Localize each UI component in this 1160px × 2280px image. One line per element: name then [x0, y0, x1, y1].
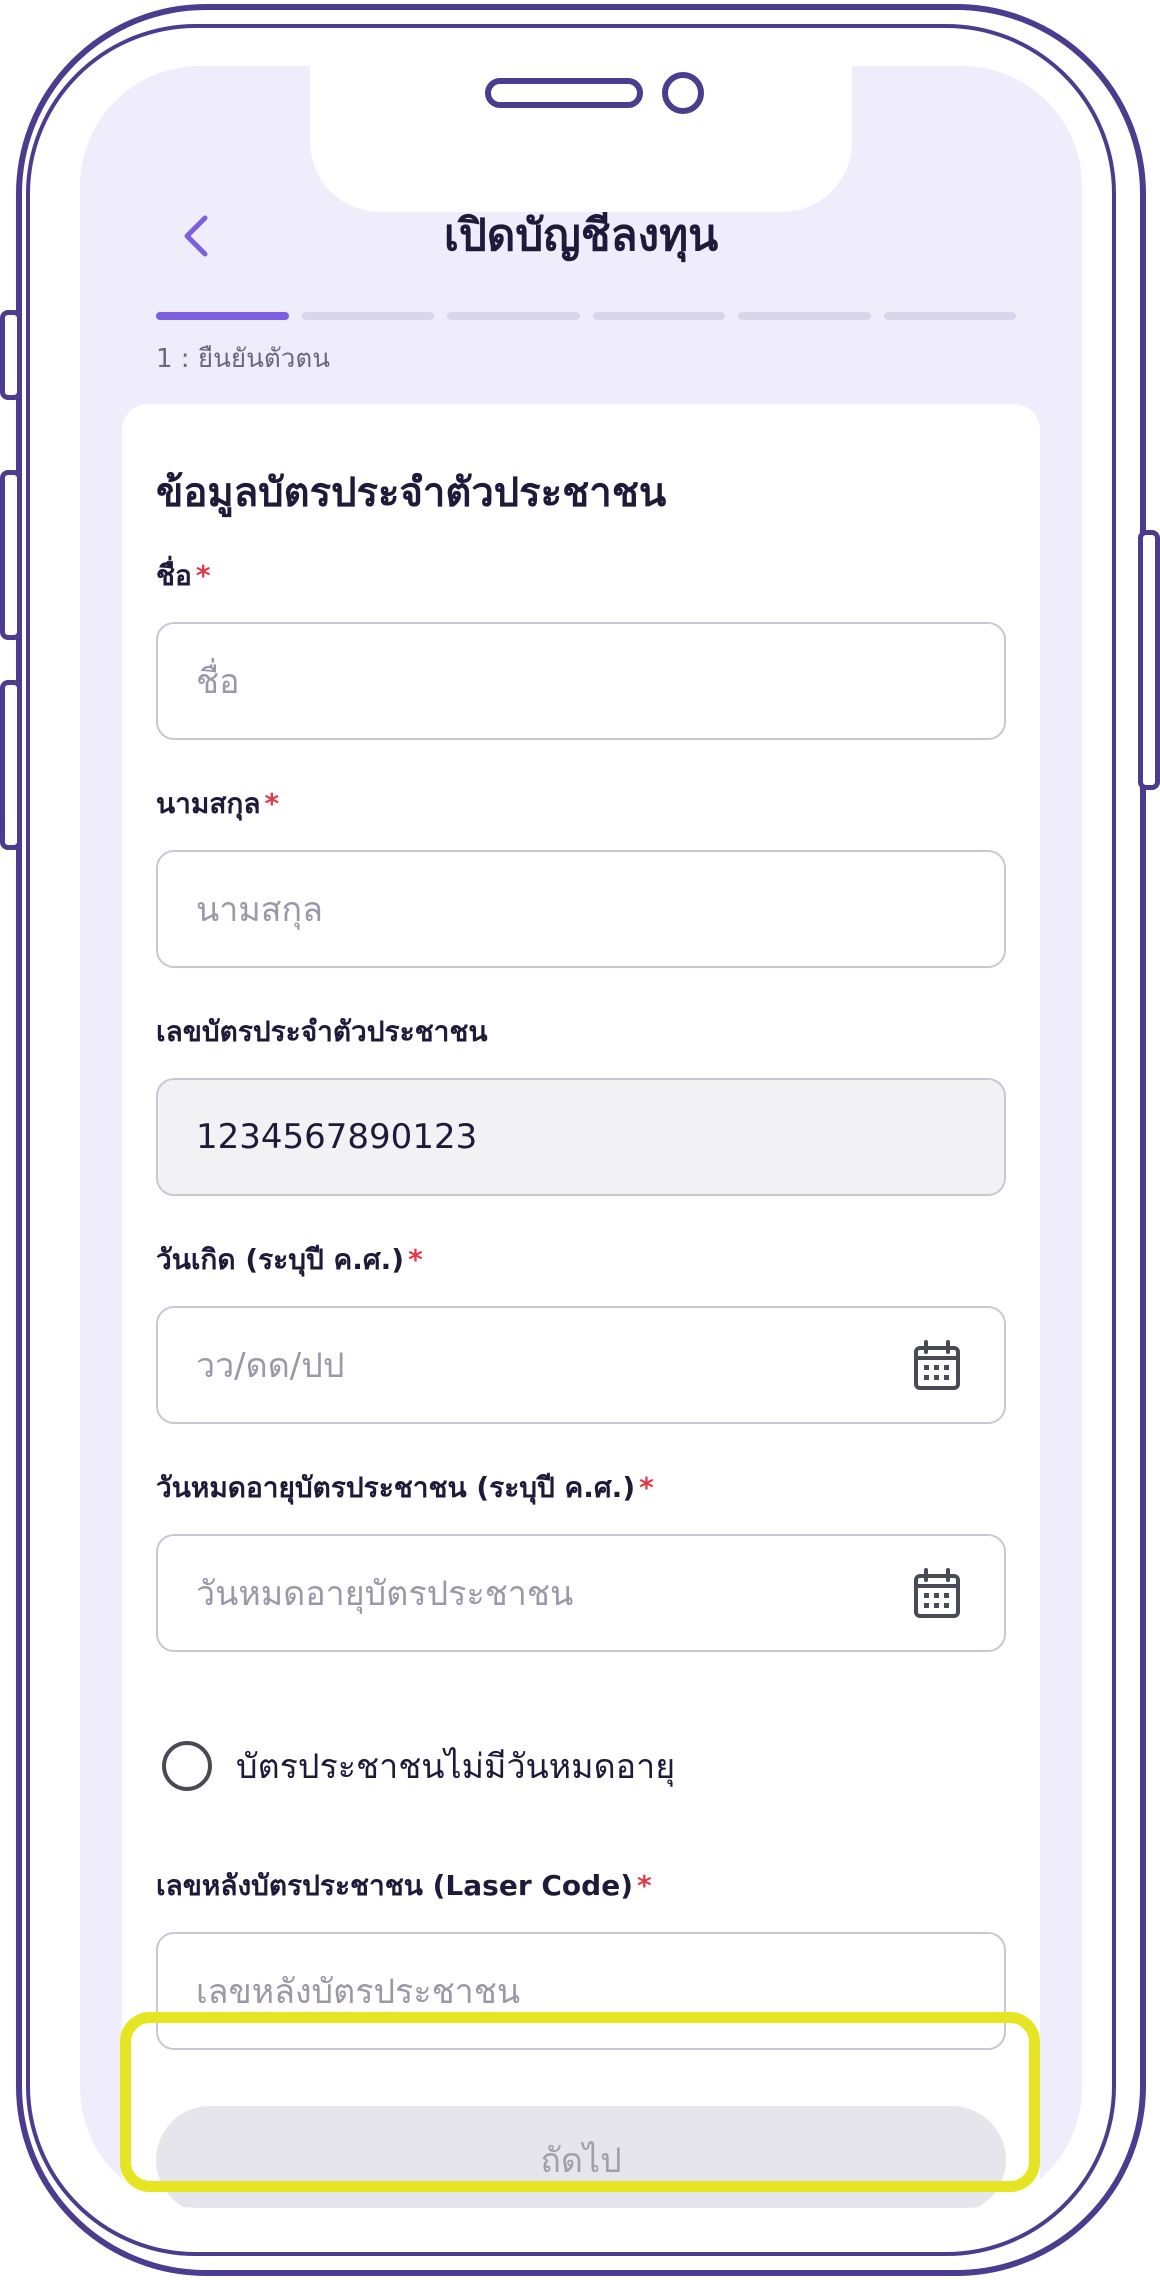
progress-step [738, 312, 871, 320]
phone-side-button [0, 680, 22, 850]
first-name-label: ชื่อ * [156, 559, 211, 592]
first-name-placeholder: ชื่อ [196, 662, 240, 702]
expiry-date-label: วันหมดอายุบัตรประชาชน (ระบุปี ค.ศ.) * [156, 1471, 654, 1504]
last-name-placeholder: นามสกุล [196, 890, 323, 930]
progress-steps [156, 312, 1016, 320]
form-card: ข้อมูลบัตรประจำตัวประชาชน ชื่อ * ชื่อ นาม… [122, 404, 1040, 2208]
birth-date-input[interactable]: วว/ดด/ปป [156, 1306, 1006, 1424]
laser-code-placeholder: เลขหลังบัตรประชาชน [196, 1972, 521, 2012]
highlight-box [120, 2012, 1040, 2192]
required-mark: * [195, 559, 211, 592]
phone-side-button [1138, 530, 1160, 790]
calendar-icon[interactable] [912, 1340, 962, 1392]
id-number-field: 1234567890123 [156, 1078, 1006, 1196]
birth-date-label: วันเกิด (ระบุปี ค.ศ.) * [156, 1243, 423, 1276]
no-expiry-option[interactable]: บัตรประชาชนไม่มีวันหมดอายุ [162, 1736, 675, 1796]
progress-step [883, 312, 1016, 320]
phone-notch [310, 66, 852, 212]
phone-side-button [0, 470, 22, 640]
section-title: ข้อมูลบัตรประจำตัวประชาชน [156, 470, 667, 516]
camera-icon [662, 72, 704, 114]
last-name-input[interactable]: นามสกุล [156, 850, 1006, 968]
progress-step [592, 312, 725, 320]
no-expiry-radio[interactable] [162, 1741, 212, 1791]
progress-step [447, 312, 580, 320]
id-number-value: 1234567890123 [196, 1117, 478, 1157]
progress-step-active [156, 312, 289, 320]
birth-date-placeholder: วว/ดด/ปป [196, 1346, 345, 1386]
required-mark: * [639, 1471, 654, 1504]
required-mark: * [408, 1243, 423, 1276]
required-mark: * [264, 787, 280, 820]
last-name-label: นามสกุล * [156, 787, 280, 820]
progress-step [301, 312, 434, 320]
calendar-icon[interactable] [912, 1568, 962, 1620]
phone-side-button [0, 310, 22, 400]
speaker-icon [485, 78, 643, 108]
screen: เปิดบัญชีลงทุน 1 : ยืนยันตัวตน ข้อมูลบัต… [80, 66, 1082, 2208]
id-number-label: เลขบัตรประจำตัวประชาชน [156, 1015, 488, 1048]
no-expiry-label: บัตรประชาชนไม่มีวันหมดอายุ [236, 1747, 676, 1787]
expiry-date-placeholder: วันหมดอายุบัตรประชาชน [196, 1574, 574, 1614]
required-mark: * [636, 1869, 652, 1902]
page-title: เปิดบัญชีลงทุน [443, 210, 719, 261]
first-name-input[interactable]: ชื่อ [156, 622, 1006, 740]
expiry-date-input[interactable]: วันหมดอายุบัตรประชาชน [156, 1534, 1006, 1652]
laser-code-label: เลขหลังบัตรประชาชน (Laser Code) * [156, 1869, 652, 1902]
step-label: 1 : ยืนยันตัวตน [156, 344, 330, 374]
